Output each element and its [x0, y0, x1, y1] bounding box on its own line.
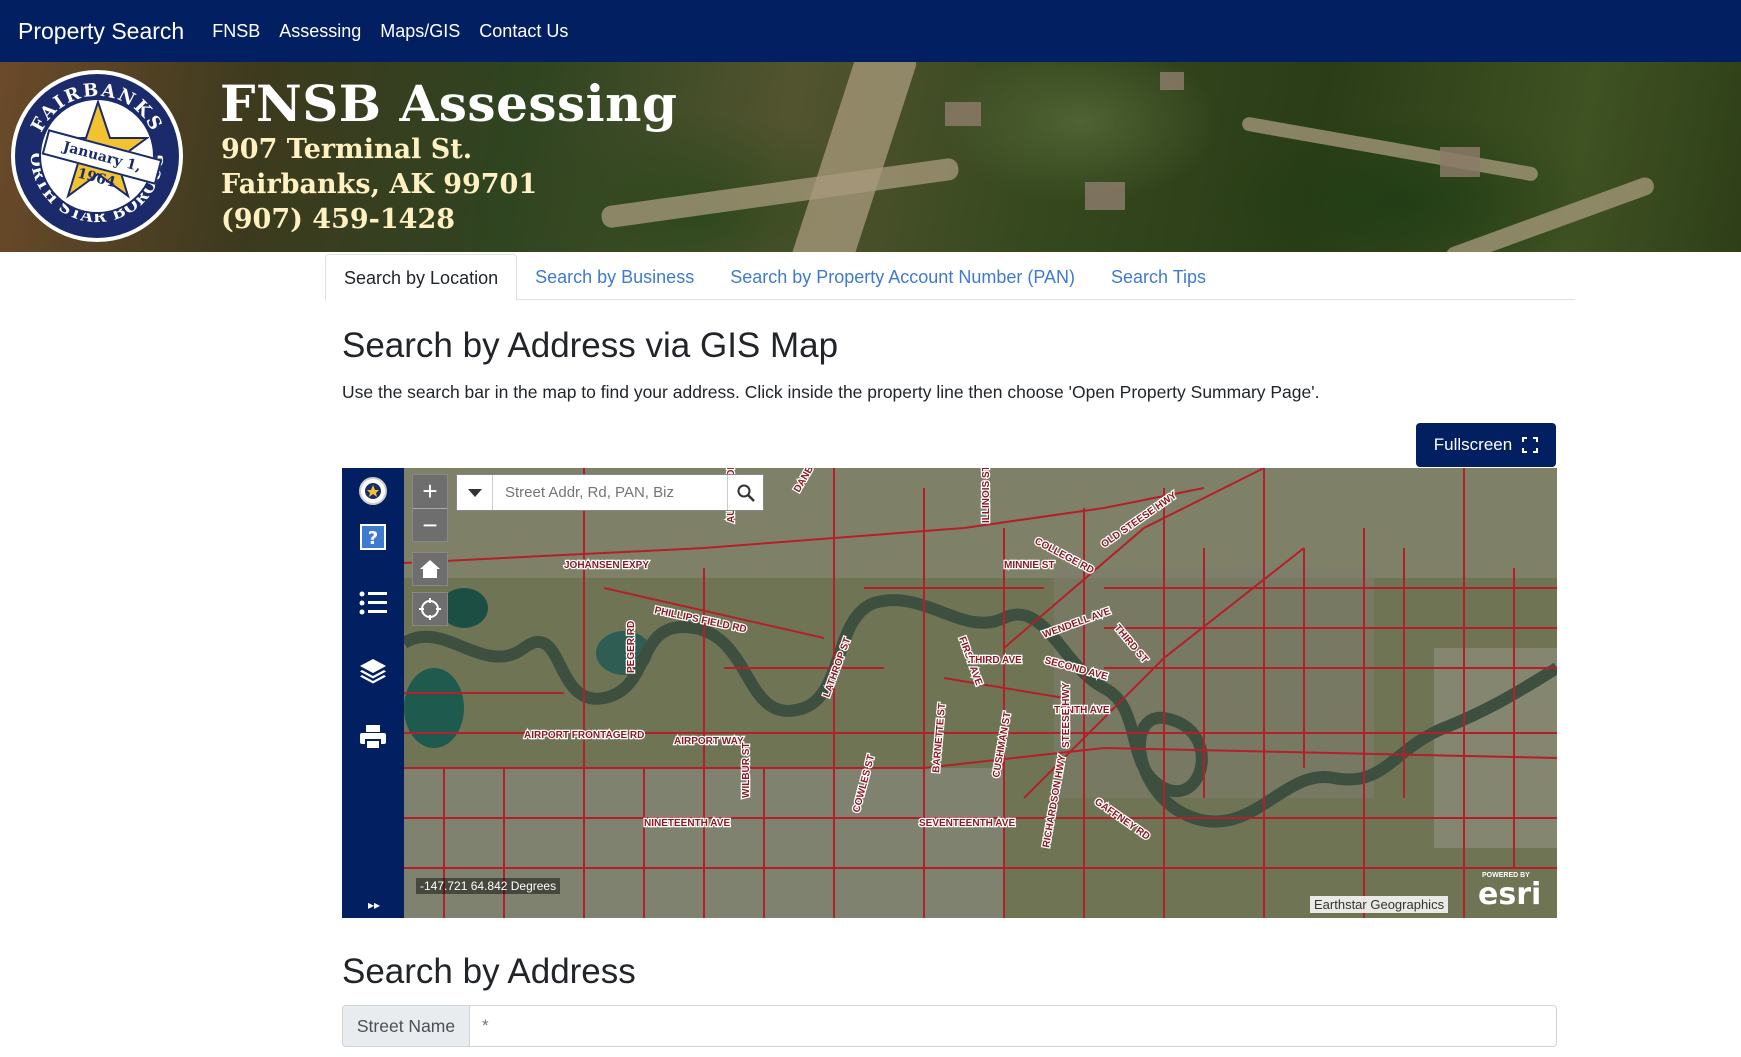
chevron-down-icon — [467, 488, 482, 497]
esri-logo[interactable]: esri — [1478, 880, 1541, 910]
home-button[interactable] — [412, 552, 448, 586]
zoom-control: + − — [412, 474, 448, 542]
street-label: STEESE HWY — [1061, 682, 1072, 748]
tab-search-by-business[interactable]: Search by Business — [517, 254, 712, 300]
locate-button[interactable] — [412, 592, 448, 626]
zoom-in-button[interactable]: + — [413, 475, 447, 508]
brand-link[interactable]: Property Search — [18, 18, 184, 45]
street-label: SEVENTEENTH AVE — [919, 818, 1015, 829]
search-source-dropdown[interactable] — [457, 475, 493, 510]
banner-building — [1440, 147, 1480, 177]
banner-road — [600, 157, 960, 229]
map-search-button[interactable] — [727, 475, 763, 510]
locate-icon — [419, 598, 441, 620]
street-name-label: Street Name — [342, 1005, 470, 1047]
street-label: PEGER RD — [626, 621, 637, 673]
gis-map[interactable]: JOHANSEN EXPY PHILLIPS FIELD RD PEGER RD AI… — [342, 468, 1557, 918]
street-label: WILBUR ST — [741, 742, 752, 798]
address-section-heading: Search by Address — [342, 952, 636, 991]
banner-road — [1443, 174, 1657, 252]
tab-search-by-pan[interactable]: Search by Property Account Number (PAN) — [712, 254, 1093, 300]
street-name-group: Street Name — [342, 1005, 1557, 1047]
map-imagery[interactable]: JOHANSEN EXPYPHILLIPS FIELD RDPEGER RDAI… — [404, 468, 1557, 918]
gis-section-heading: Search by Address via GIS Map — [342, 326, 839, 365]
street-label: MINNIE ST — [1004, 560, 1055, 571]
street-label: ILLINOIS ST — [981, 468, 992, 523]
header-banner: FAIRBANKS NORTH STAR BOROUGH January 1, … — [0, 62, 1741, 252]
banner-address-line1: 907 Terminal St. — [221, 134, 473, 165]
street-label: AIRPORT WAY — [674, 736, 744, 747]
fullscreen-button[interactable]: Fullscreen — [1416, 423, 1556, 467]
search-icon — [737, 484, 755, 502]
seal-icon[interactable] — [356, 474, 390, 508]
coordinate-readout: -147.721 64.842 Degrees — [416, 878, 561, 894]
help-icon[interactable]: ? — [356, 520, 390, 554]
nav-link-fnsb[interactable]: FNSB — [212, 21, 260, 42]
tab-search-by-location[interactable]: Search by Location — [325, 254, 518, 301]
map-search-input[interactable] — [493, 475, 727, 510]
street-name-input[interactable] — [470, 1005, 1557, 1047]
top-navbar: Property Search FNSB Assessing Maps/GIS … — [0, 0, 1741, 62]
banner-building — [1085, 182, 1125, 210]
nav-link-maps-gis[interactable]: Maps/GIS — [380, 21, 460, 42]
expand-sidebar-icon[interactable]: ▸▸ — [368, 898, 380, 912]
banner-phone: (907) 459-1428 — [221, 204, 456, 235]
street-label: AIRPORT FRONTAGE RD — [524, 730, 644, 741]
banner-building — [945, 102, 981, 126]
fullscreen-icon — [1522, 437, 1539, 453]
banner-building — [1160, 72, 1184, 90]
svg-text:?: ? — [368, 528, 378, 549]
search-tabs: Search by Location Search by Business Se… — [325, 254, 1575, 301]
map-attribution: Earthstar Geographics — [1310, 896, 1449, 913]
gis-instructions: Use the search bar in the map to find yo… — [342, 382, 1320, 402]
banner-title: FNSB Assessing — [220, 74, 678, 133]
street-label: JOHANSEN EXPY — [564, 560, 649, 571]
street-label: THIRD AVE — [969, 655, 1022, 666]
nav-link-assessing[interactable]: Assessing — [279, 21, 361, 42]
map-search-widget — [456, 474, 764, 511]
banner-road — [781, 62, 919, 252]
nav-link-contact-us[interactable]: Contact Us — [479, 21, 568, 42]
fullscreen-label: Fullscreen — [1433, 435, 1513, 454]
street-label: NINETEENTH AVE — [644, 818, 730, 829]
print-icon[interactable] — [356, 720, 390, 754]
layers-icon[interactable] — [356, 654, 390, 688]
banner-address-line2: Fairbanks, AK 99701 — [221, 169, 538, 200]
home-icon — [420, 560, 440, 578]
legend-list-icon[interactable] — [356, 586, 390, 620]
tab-search-tips[interactable]: Search Tips — [1093, 254, 1224, 300]
fnsb-seal-logo: FAIRBANKS NORTH STAR BOROUGH January 1, … — [11, 70, 183, 242]
zoom-out-button[interactable]: − — [413, 508, 447, 541]
map-sidebar: ? ▸▸ — [342, 468, 404, 918]
banner-road — [1241, 116, 1539, 182]
